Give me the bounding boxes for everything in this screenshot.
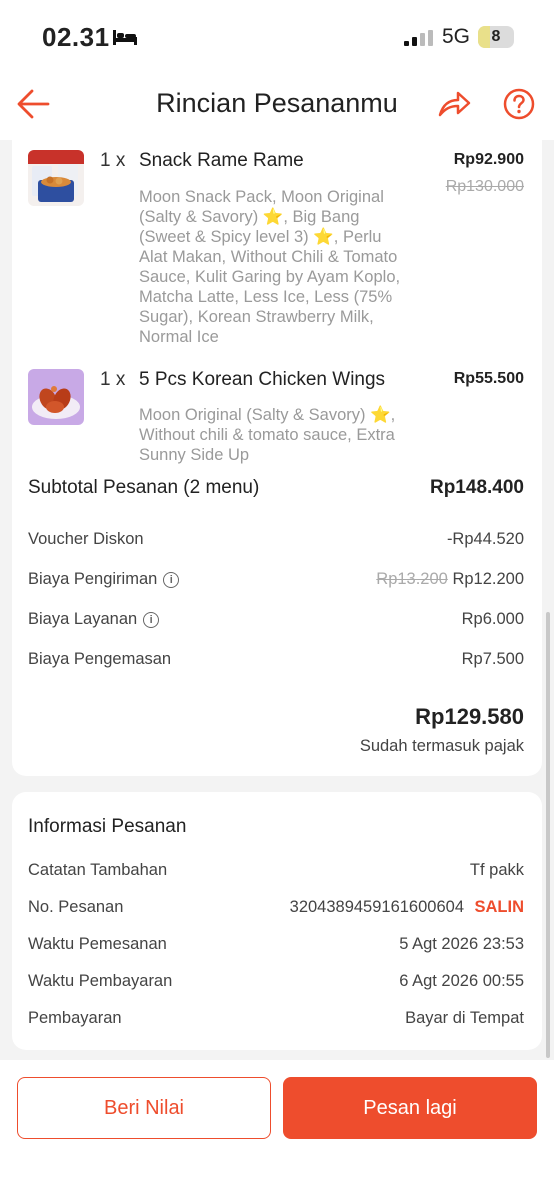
subtotal-label: Subtotal Pesanan (2 menu) (28, 477, 260, 498)
item-description-line: Matcha Latte, Less Ice, Less (75% (139, 288, 393, 306)
item-original-price: Rp130.000 (445, 178, 524, 195)
item-description-line: Alat Makan, Without Chili & Tomato (139, 248, 398, 266)
item-description-line: Sunny Side Up (139, 446, 250, 464)
scrollbar[interactable] (546, 612, 550, 1058)
item-price: Rp92.900 (453, 151, 524, 168)
item-description-line: Normal Ice (139, 328, 219, 346)
packaging-fee-value: Rp7.500 (461, 650, 524, 668)
item-name: Snack Rame Rame (139, 150, 304, 171)
delivery-fee-values: Rp13.200 Rp12.200 (376, 570, 524, 589)
battery-indicator: 8 (478, 26, 514, 48)
item-description-line: Without chili & tomato sauce, Extra (139, 426, 395, 444)
service-fee-label: Biaya Layanan (28, 610, 138, 628)
info-icon[interactable]: i (143, 612, 160, 628)
service-fee-row: Biaya Layanan i (28, 610, 160, 629)
share-icon[interactable] (437, 88, 471, 120)
rate-button[interactable]: Beri Nilai (17, 1077, 271, 1139)
delivery-fee-label: Biaya Pengiriman (28, 570, 158, 588)
item-description: Moon Snack Pack, Moon Original (Salty & … (139, 187, 429, 347)
notes-value: Tf pakk (469, 861, 524, 879)
battery-level: 8 (491, 28, 501, 45)
voucher-value: -Rp44.520 (446, 530, 524, 548)
order-total: Rp129.580 (415, 704, 524, 729)
item-price: Rp55.500 (453, 370, 524, 387)
item-thumbnail-snack-rame-rame[interactable] (28, 150, 84, 206)
order-number-value: 3204389459161600604 (289, 898, 464, 916)
order-info-heading: Informasi Pesanan (28, 816, 187, 837)
network-label: 5G (442, 25, 471, 48)
payment-method-label: Pembayaran (28, 1009, 122, 1027)
packaging-fee-label: Biaya Pengemasan (28, 650, 172, 668)
order-number-label: No. Pesanan (28, 898, 124, 916)
delivery-fee-value: Rp12.200 (452, 570, 524, 588)
item-quantity: 1 x (100, 369, 126, 390)
delivery-fee-row: Biaya Pengiriman i (28, 570, 180, 589)
tax-note: Sudah termasuk pajak (359, 737, 524, 755)
service-fee-value: Rp6.000 (461, 610, 524, 628)
item-description: Moon Original (Salty & Savory) ⭐, Withou… (139, 405, 429, 465)
item-quantity: 1 x (100, 150, 126, 171)
reorder-button[interactable]: Pesan lagi (283, 1077, 537, 1139)
item-description-line: Moon Original (Salty & Savory) ⭐, (139, 406, 396, 424)
status-time: 02.31 (42, 22, 110, 52)
payment-time-label: Waktu Pembayaran (28, 972, 173, 990)
payment-method-value: Bayar di Tempat (405, 1009, 524, 1027)
order-time-value: 5 Agt 2026 23:53 (399, 935, 524, 953)
signal-icon (404, 30, 433, 46)
item-description-line: Moon Snack Pack, Moon Original (139, 188, 384, 206)
item-description-line: Sauce, Kulit Garing by Ayam Koplo, (139, 268, 401, 286)
delivery-fee-original: Rp13.200 (376, 570, 448, 588)
bed-icon (113, 30, 137, 45)
info-icon[interactable]: i (163, 572, 180, 588)
payment-time-value: 6 Agt 2026 00:55 (399, 972, 524, 990)
subtotal-value: Rp148.400 (429, 477, 524, 498)
notes-label: Catatan Tambahan (28, 861, 168, 879)
item-description-line: Sugar), Korean Strawberry Milk, (139, 308, 374, 326)
item-description-line: (Sweet & Spicy level 3) ⭐, Perlu (139, 228, 382, 246)
voucher-label: Voucher Diskon (28, 530, 144, 548)
item-thumbnail-chicken-wings[interactable] (28, 369, 84, 425)
item-description-line: (Salty & Savory) ⭐, Big Bang (139, 208, 360, 226)
order-time-label: Waktu Pemesanan (28, 935, 167, 953)
copy-order-number-button[interactable]: SALIN (475, 898, 525, 917)
item-name: 5 Pcs Korean Chicken Wings (139, 369, 386, 390)
help-icon[interactable] (503, 88, 535, 120)
